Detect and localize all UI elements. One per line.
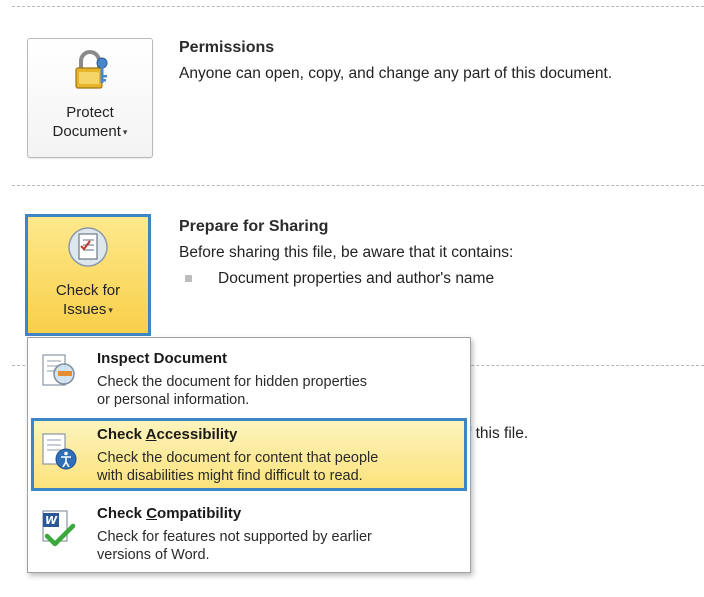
menu-item-inspect-document[interactable]: Inspect Document Check the document for … xyxy=(31,342,467,414)
permissions-description: Anyone can open, copy, and change any pa… xyxy=(179,65,613,82)
check-accessibility-desc-1: Check the document for content that peop… xyxy=(97,450,379,466)
check-label-line2: Issues ▾ xyxy=(56,300,120,320)
menu-item-check-accessibility[interactable]: Check Accessibility Check the document f… xyxy=(31,418,467,491)
accessibility-title-accel: A xyxy=(145,426,157,443)
protect-label-line2: Document ▾ xyxy=(53,122,128,142)
word-compatibility-icon: W xyxy=(39,509,79,549)
accessibility-icon xyxy=(39,432,79,472)
compatibility-title-suffix: ompatibility xyxy=(157,505,242,522)
check-accessibility-title: Check Accessibility xyxy=(97,426,237,443)
svg-text:W: W xyxy=(45,514,58,527)
inspect-document-desc-1: Check the document for hidden properties xyxy=(97,374,368,390)
compatibility-title-accel: C xyxy=(146,505,158,522)
inspect-document-desc-2: or personal information. xyxy=(97,392,250,408)
inspect-document-title: Inspect Document xyxy=(97,350,228,367)
accessibility-title-suffix: ccessibility xyxy=(156,426,238,443)
dropdown-caret-icon: ▾ xyxy=(108,304,113,315)
permissions-title: Permissions xyxy=(179,39,275,56)
compatibility-title-prefix: Check xyxy=(97,505,147,522)
check-label-line1: Check for xyxy=(55,282,121,299)
inspect-document-icon xyxy=(39,352,79,392)
check-for-issues-button[interactable]: Check for Issues ▾ xyxy=(25,214,151,336)
check-for-issues-label: Check for Issues ▾ xyxy=(56,281,120,320)
accessibility-title-prefix: Check xyxy=(97,426,146,443)
top-separator xyxy=(12,6,704,7)
protect-label-line2-text: Document xyxy=(52,123,121,140)
prepare-sharing-title: Prepare for Sharing xyxy=(179,218,329,235)
prepare-sharing-description: Before sharing this file, be aware that … xyxy=(179,244,514,261)
sharing-bullet-item: Document properties and author's name xyxy=(218,270,495,287)
check-for-issues-menu: Inspect Document Check the document for … xyxy=(27,337,471,573)
dropdown-caret-icon: ▾ xyxy=(122,126,128,137)
check-compatibility-desc-1: Check for features not supported by earl… xyxy=(97,529,372,545)
lock-keys-icon xyxy=(68,49,112,93)
check-compatibility-title: Check Compatibility xyxy=(97,505,241,522)
protect-document-label: Protect Document ▾ xyxy=(53,103,128,142)
menu-item-check-compatibility[interactable]: W Check Compatibility Check for features… xyxy=(31,497,467,569)
section-separator xyxy=(12,185,704,186)
check-compatibility-desc-2: versions of Word. xyxy=(97,547,210,563)
protect-document-button[interactable]: Protect Document ▾ xyxy=(27,38,153,158)
check-label-line2-text: Issues xyxy=(63,301,107,318)
bullet-icon xyxy=(185,275,192,282)
check-accessibility-desc-2: with disabilities might find difficult t… xyxy=(97,468,363,484)
partial-section-text: f this file. xyxy=(467,425,529,442)
protect-label-line1: Protect xyxy=(66,104,114,121)
check-issues-icon xyxy=(66,225,110,269)
